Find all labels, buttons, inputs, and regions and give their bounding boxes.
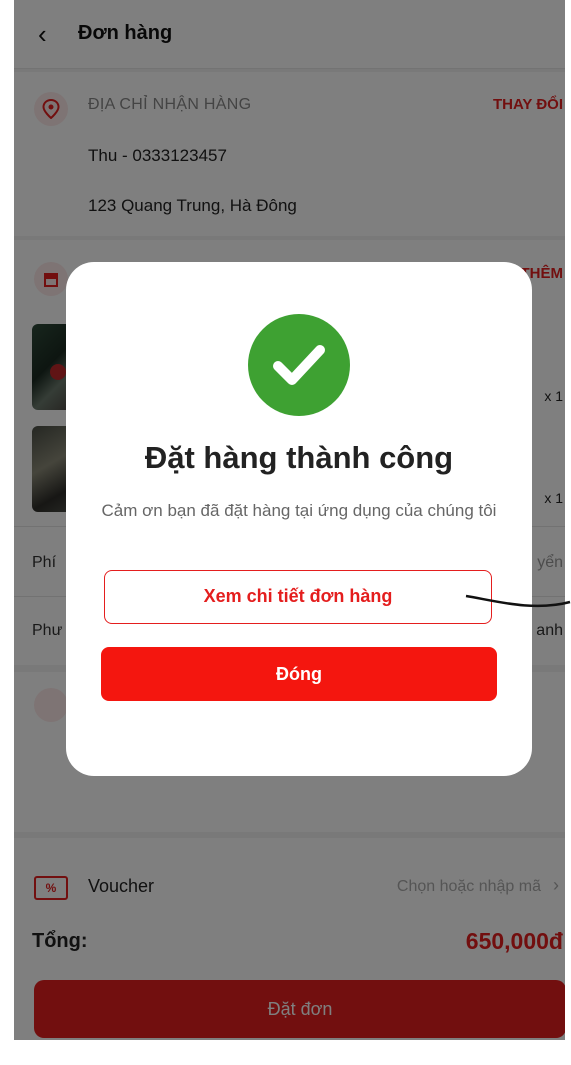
order-success-dialog: Đặt hàng thành công Cảm ơn bạn đã đặt hà… [66, 262, 532, 776]
view-order-details-button[interactable]: Xem chi tiết đơn hàng [104, 570, 492, 624]
dialog-message: Cảm ơn bạn đã đặt hàng tại ứng dụng của … [101, 501, 497, 520]
check-circle-icon [248, 314, 350, 416]
annotation-arrow-icon [465, 594, 571, 608]
close-button[interactable]: Đóng [101, 647, 497, 701]
dialog-title: Đặt hàng thành công [144, 440, 454, 475]
